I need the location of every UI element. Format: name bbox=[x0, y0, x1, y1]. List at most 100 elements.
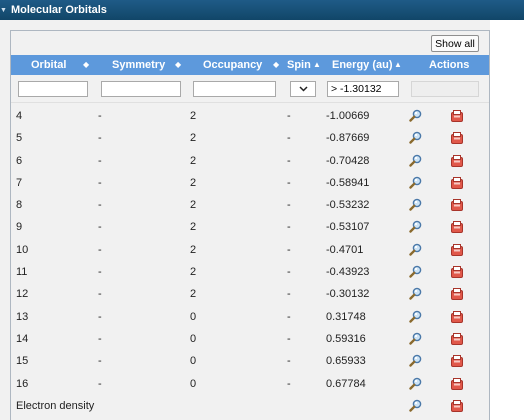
occupancy-cell: 0 bbox=[190, 332, 197, 345]
magnifier-icon[interactable] bbox=[409, 131, 422, 147]
symmetry-cell: - bbox=[98, 221, 102, 234]
sort-both-icon[interactable]: ◆ bbox=[175, 55, 181, 75]
spin-cell: - bbox=[287, 310, 291, 323]
occupancy-cell: 0 bbox=[190, 377, 197, 390]
sort-asc-icon[interactable]: ▲ bbox=[394, 55, 402, 75]
download-icon[interactable] bbox=[451, 355, 463, 370]
occupancy-cell: 2 bbox=[190, 243, 197, 256]
occupancy-cell: 2 bbox=[190, 266, 197, 279]
column-header-actions: Actions bbox=[429, 59, 470, 71]
magnifier-icon[interactable] bbox=[409, 176, 422, 192]
magnifier-icon[interactable] bbox=[409, 332, 422, 348]
column-header-orbital[interactable]: Orbital bbox=[31, 55, 66, 75]
spin-cell: - bbox=[287, 199, 291, 212]
download-icon[interactable] bbox=[451, 399, 463, 415]
magnifier-icon[interactable] bbox=[409, 287, 422, 303]
spin-cell: - bbox=[287, 154, 291, 167]
magnifier-icon[interactable] bbox=[409, 220, 422, 236]
orbital-cell: 8 bbox=[16, 199, 23, 212]
orbital-cell: 5 bbox=[16, 132, 23, 145]
download-icon[interactable] bbox=[451, 288, 463, 303]
orbital-cell: 12 bbox=[16, 288, 29, 301]
energy-cell: -0.53107 bbox=[326, 221, 370, 234]
spin-filter-select[interactable] bbox=[290, 81, 316, 97]
orbital-cell: 6 bbox=[16, 154, 23, 167]
symmetry-filter-input[interactable] bbox=[101, 81, 181, 97]
download-icon[interactable] bbox=[451, 176, 463, 192]
orbital-filter-input[interactable] bbox=[18, 81, 88, 97]
spin-cell: - bbox=[287, 132, 291, 145]
magnifier-icon[interactable] bbox=[409, 377, 422, 393]
occupancy-cell: 2 bbox=[190, 176, 197, 189]
column-header-energy[interactable]: Energy (au) bbox=[332, 55, 393, 75]
download-icon[interactable] bbox=[451, 243, 463, 259]
sort-both-icon[interactable]: ◆ bbox=[273, 55, 279, 75]
occupancy-filter-input[interactable] bbox=[193, 81, 276, 97]
column-header-spin[interactable]: Spin bbox=[287, 55, 311, 75]
energy-cell: -0.43923 bbox=[326, 266, 370, 279]
download-icon[interactable] bbox=[451, 221, 463, 236]
magnifier-icon[interactable] bbox=[409, 154, 422, 170]
orbital-cell: 10 bbox=[16, 243, 29, 256]
sort-both-icon[interactable]: ◆ bbox=[83, 55, 89, 75]
orbital-cell: 13 bbox=[16, 310, 29, 323]
orbital-cell: 11 bbox=[16, 266, 28, 279]
magnifier-icon[interactable] bbox=[409, 198, 422, 214]
table-row: 11 - 2 - -0.43923 bbox=[11, 261, 489, 283]
chevron-down-icon bbox=[298, 86, 308, 92]
table-body: 4 - 2 - -1.00669 5 - 2 - -0.87669 6 - 2 - -0.70428 7 - 2 -… bbox=[11, 105, 489, 417]
occupancy-cell: 2 bbox=[190, 154, 197, 167]
magnifier-icon[interactable] bbox=[409, 310, 422, 326]
occupancy-cell: 0 bbox=[190, 355, 197, 368]
magnifier-icon[interactable] bbox=[409, 265, 422, 281]
energy-cell: -0.4701 bbox=[326, 243, 364, 256]
panel-content: Show all Orbital ◆ Symmetry ◆ Occupancy … bbox=[0, 20, 524, 420]
download-icon[interactable] bbox=[451, 377, 463, 393]
spin-cell: - bbox=[287, 176, 291, 189]
download-icon[interactable] bbox=[451, 310, 463, 326]
table-row: 15 - 0 - 0.65933 bbox=[11, 350, 489, 372]
energy-cell: -0.87669 bbox=[326, 132, 370, 145]
spin-cell: - bbox=[287, 221, 291, 234]
energy-cell: 0.65933 bbox=[326, 355, 366, 368]
magnifier-icon[interactable] bbox=[409, 243, 422, 259]
download-icon[interactable] bbox=[451, 266, 463, 281]
orbitals-table: Show all Orbital ◆ Symmetry ◆ Occupancy … bbox=[10, 30, 490, 420]
energy-cell: 0.59316 bbox=[326, 332, 366, 345]
orbital-cell: 14 bbox=[16, 332, 29, 345]
download-icon[interactable] bbox=[451, 132, 463, 147]
download-icon[interactable] bbox=[451, 154, 463, 170]
symmetry-cell: - bbox=[98, 355, 102, 368]
orbital-cell: 4 bbox=[16, 110, 23, 122]
magnifier-icon[interactable] bbox=[409, 354, 422, 370]
spin-cell: - bbox=[287, 243, 291, 256]
column-header-occupancy[interactable]: Occupancy bbox=[203, 55, 262, 75]
symmetry-cell: - bbox=[98, 199, 102, 212]
spin-cell: - bbox=[287, 288, 291, 301]
column-header-symmetry[interactable]: Symmetry bbox=[112, 55, 165, 75]
actions-filter-input bbox=[411, 81, 479, 97]
magnifier-icon[interactable] bbox=[409, 109, 422, 125]
energy-cell: -1.00669 bbox=[326, 110, 370, 122]
symmetry-cell: - bbox=[98, 266, 102, 279]
collapse-caret-icon[interactable]: ▼ bbox=[0, 7, 7, 14]
download-icon[interactable] bbox=[451, 332, 463, 348]
table-row: 7 - 2 - -0.58941 bbox=[11, 172, 489, 194]
orbital-cell: 16 bbox=[16, 377, 29, 390]
spin-cell: - bbox=[287, 332, 291, 345]
orbital-cell: Electron density bbox=[16, 399, 95, 412]
spin-cell: - bbox=[287, 110, 291, 122]
panel-header[interactable]: ▼ Molecular Orbitals bbox=[0, 0, 524, 20]
table-header-row: Orbital ◆ Symmetry ◆ Occupancy ◆ Spin ▲ … bbox=[11, 55, 489, 75]
download-icon[interactable] bbox=[451, 199, 463, 214]
show-all-button[interactable]: Show all bbox=[431, 35, 479, 52]
download-icon[interactable] bbox=[451, 110, 463, 125]
energy-filter-input[interactable] bbox=[327, 81, 399, 97]
symmetry-cell: - bbox=[98, 332, 102, 345]
table-row: 13 - 0 - 0.31748 bbox=[11, 306, 489, 328]
magnifier-icon[interactable] bbox=[409, 399, 422, 415]
symmetry-cell: - bbox=[98, 154, 102, 167]
sort-asc-icon[interactable]: ▲ bbox=[313, 55, 321, 75]
symmetry-cell: - bbox=[98, 243, 102, 256]
table-row: 10 - 2 - -0.4701 bbox=[11, 239, 489, 261]
